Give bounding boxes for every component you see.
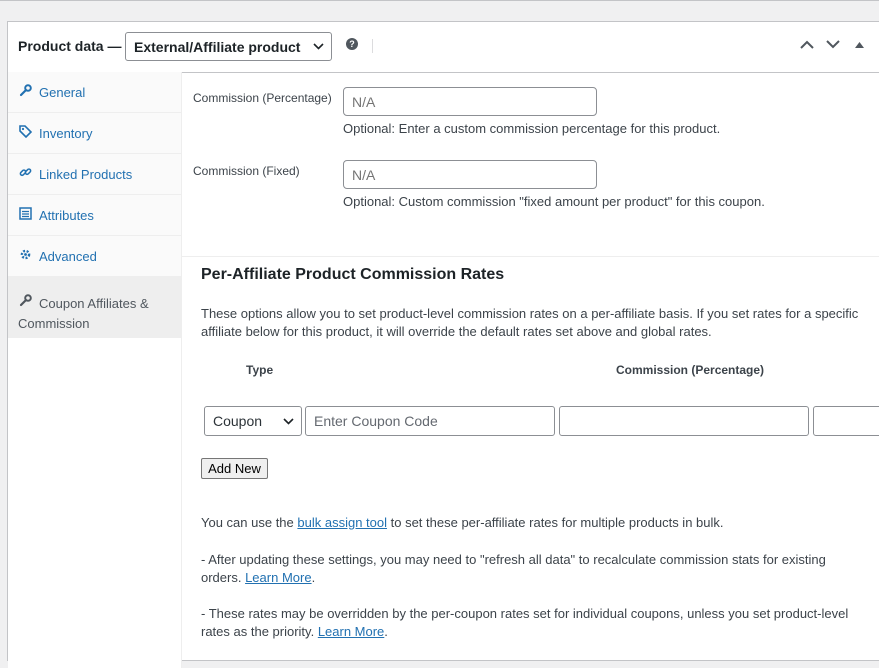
chevron-down-icon <box>283 418 294 425</box>
tab-inventory[interactable]: Inventory <box>8 113 181 154</box>
product-data-tabs: General Inventory Linked Products Attrib… <box>8 72 182 339</box>
commission-fixed-label: Commission (Fixed) <box>193 164 300 178</box>
refresh-data-note: - After updating these settings, you may… <box>201 551 861 587</box>
override-note-period: . <box>384 624 388 639</box>
header-separator <box>372 39 373 53</box>
top-border <box>0 0 879 1</box>
coupon-code-input[interactable] <box>305 406 555 436</box>
override-note: - These rates may be overridden by the p… <box>201 605 861 641</box>
tab-coupon-affiliates-label: Coupon Affiliates & Commission <box>18 296 149 331</box>
commission-rate-extra-input[interactable] <box>813 406 879 436</box>
tab-linked-products[interactable]: Linked Products <box>8 154 181 195</box>
tab-general-label: General <box>39 85 86 100</box>
commission-fixed-description: Optional: Custom commission "fixed amoun… <box>343 194 765 209</box>
help-icon[interactable]: ? <box>346 38 358 50</box>
commission-fixed-input[interactable] <box>343 160 597 189</box>
tab-advanced[interactable]: Advanced <box>8 236 181 277</box>
tab-content: Commission (Percentage) Optional: Enter … <box>182 72 879 662</box>
tab-attributes[interactable]: Attributes <box>8 195 181 236</box>
column-header-commission: Commission (Percentage) <box>616 363 765 377</box>
chevron-down-icon <box>313 43 324 50</box>
move-down-icon[interactable] <box>826 40 840 49</box>
link-icon <box>19 168 32 177</box>
sidebar-background <box>8 338 182 668</box>
section-divider <box>182 256 879 257</box>
per-affiliate-rates-description: These options allow you to set product-l… <box>201 306 859 339</box>
tab-general[interactable]: General <box>8 72 181 113</box>
commission-percentage-description: Optional: Enter a custom commission perc… <box>343 121 721 136</box>
refresh-note-period: . <box>311 570 316 585</box>
commission-percentage-rate-input[interactable] <box>559 406 809 436</box>
product-type-select[interactable]: External/Affiliate product <box>125 32 332 61</box>
tab-inventory-label: Inventory <box>39 126 93 141</box>
refresh-learn-more-link[interactable]: Learn More <box>245 570 311 585</box>
product-type-value: External/Affiliate product <box>134 39 301 55</box>
bulk-assign-tool-link[interactable]: bulk assign tool <box>297 515 387 530</box>
tab-coupon-affiliates[interactable]: Coupon Affiliates & Commission <box>8 277 181 339</box>
column-header-type: Type <box>246 363 274 377</box>
add-new-button[interactable]: Add New <box>201 458 268 479</box>
panel-title: Product data — <box>18 38 122 54</box>
gear-icon <box>20 249 31 260</box>
move-up-icon[interactable] <box>800 40 814 49</box>
tag-icon <box>19 125 32 138</box>
panel-header: Product data — External/Affiliate produc… <box>8 22 879 73</box>
commission-percentage-label: Commission (Percentage) <box>193 91 332 105</box>
rate-type-select[interactable]: Coupon <box>204 406 302 436</box>
override-note-text: - These rates may be overridden by the p… <box>201 606 849 639</box>
wrench-icon <box>19 84 32 97</box>
bulk-note-text-end: to set these per-affiliate rates for mul… <box>387 515 724 530</box>
bulk-note-text: You can use the <box>201 515 298 530</box>
rate-type-value: Coupon <box>213 413 263 429</box>
commission-percentage-input[interactable] <box>343 87 597 116</box>
product-data-panel: Product data — External/Affiliate produc… <box>7 21 879 668</box>
tab-advanced-label: Advanced <box>39 249 97 264</box>
bulk-assign-note: You can use the bulk assign tool to set … <box>201 514 861 532</box>
list-icon <box>19 207 32 220</box>
tab-linked-products-label: Linked Products <box>39 167 133 182</box>
tab-attributes-label: Attributes <box>39 208 94 223</box>
collapse-toggle-icon[interactable] <box>855 42 864 48</box>
per-affiliate-rates-title: Per-Affiliate Product Commission Rates <box>201 266 505 283</box>
override-learn-more-link[interactable]: Learn More <box>318 624 384 639</box>
